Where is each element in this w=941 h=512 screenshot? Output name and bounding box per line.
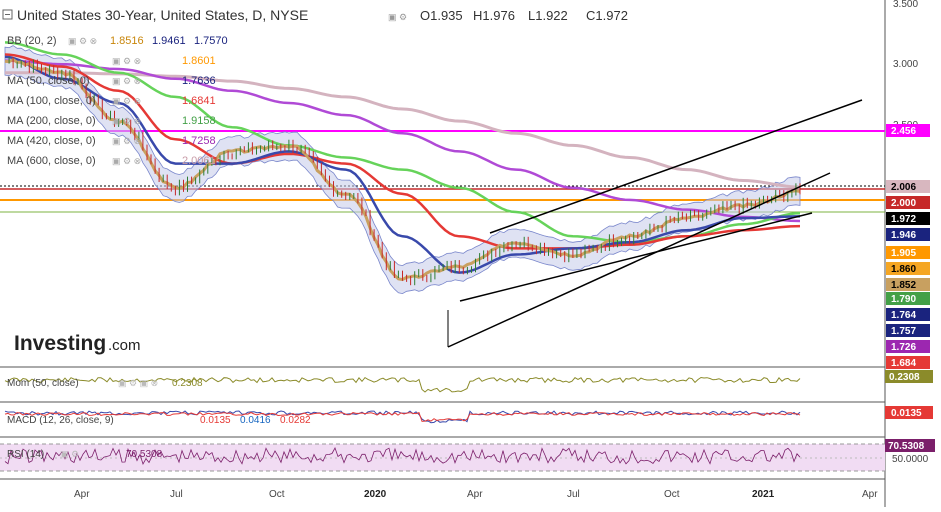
mom-value: 0.2308: [172, 378, 203, 389]
indicator-value: 2.0061: [182, 155, 216, 167]
ohlc-high: H1.976: [473, 8, 515, 23]
ohlc-open: O1.935: [420, 8, 463, 23]
price-label: 1.790: [891, 294, 916, 305]
x-tick: Apr: [74, 489, 90, 500]
indicator-value: 1.6841: [182, 95, 216, 107]
x-tick: 2020: [364, 489, 387, 500]
indicator-value: 1.9158: [182, 115, 216, 127]
mom-settings-icons[interactable]: ▣ ⚙ ▣ ⊗: [118, 378, 158, 388]
x-tick: Jul: [170, 489, 183, 500]
indicator-value: 1.8601: [182, 55, 216, 67]
macd-hist-value: 0.0282: [280, 415, 311, 426]
price-label: 1.972: [891, 214, 916, 225]
price-label: 1.860: [891, 264, 916, 275]
price-label: 1.905: [891, 248, 916, 259]
mom-label: Mom (50, close): [7, 378, 79, 389]
x-tick: Oct: [269, 489, 285, 500]
price-label: 2.000: [891, 198, 916, 209]
price-tick: 3.000: [893, 59, 918, 70]
rsi-value: 70.5308: [126, 449, 163, 460]
indicator-label[interactable]: MA (420, close, 0): [7, 135, 96, 147]
x-tick: 2021: [752, 489, 775, 500]
price-label: 1.726: [891, 342, 916, 353]
indicator-label[interactable]: MA (50, close, 0): [7, 75, 90, 87]
macd-badge: 0.0135: [891, 408, 922, 419]
chart-title: United States 30-Year, United States, D,…: [17, 7, 308, 23]
rsi-label: RSI (14): [7, 449, 44, 460]
price-tick: 3.500: [893, 0, 918, 10]
chart-window: United States 30-Year, United States, D,…: [0, 0, 941, 507]
price-label: 1.852: [891, 280, 916, 291]
macd-signal-value: 0.0416: [240, 415, 271, 426]
logo-suffix: .com: [108, 337, 141, 354]
price-label: 1.684: [891, 358, 916, 369]
ohlc-close: C1.972: [586, 8, 628, 23]
indicator-label[interactable]: BB (20, 2): [7, 35, 57, 47]
price-label: 1.946: [891, 230, 916, 241]
indicator-label[interactable]: MA (200, close, 0): [7, 115, 96, 127]
macd-value: 0.0135: [200, 415, 231, 426]
rsi-badge: 70.5308: [888, 441, 925, 452]
ohlc-low: L1.922: [528, 8, 568, 23]
indicator-label[interactable]: MA (600, close, 0): [7, 155, 96, 167]
price-label: 1.764: [891, 310, 916, 321]
indicator-value: 1.8516: [110, 35, 144, 47]
indicator-value: 1.9461: [152, 35, 186, 47]
settings-icons[interactable]: ▣ ⚙: [388, 12, 407, 22]
indicator-settings-icons[interactable]: ▣ ⚙ ⊗: [112, 96, 141, 106]
mom-badge: 0.2308: [889, 372, 920, 383]
logo-main: Investing: [14, 332, 106, 355]
rsi-settings-icons[interactable]: ▣ ⚙: [60, 449, 79, 459]
indicator-value: 1.7258: [182, 135, 216, 147]
indicator-label[interactable]: MA (100, close, 0): [7, 95, 96, 107]
indicator-settings-icons[interactable]: ▣ ⚙ ⊗: [112, 156, 141, 166]
price-label: 2.006: [891, 182, 916, 193]
price-label: 1.757: [891, 326, 916, 337]
indicator-value: 1.7636: [182, 75, 216, 87]
indicator-settings-icons[interactable]: ▣ ⚙ ⊗: [112, 136, 141, 146]
x-tick: Oct: [664, 489, 680, 500]
rsi-level-label: 50.0000: [892, 454, 929, 465]
chart-svg: United States 30-Year, United States, D,…: [0, 0, 941, 507]
x-tick: Apr: [862, 489, 878, 500]
indicator-settings-icons[interactable]: ▣ ⚙ ⊗: [112, 116, 141, 126]
price-label: 2.456: [891, 126, 916, 137]
indicator-settings-icons[interactable]: ▣ ⚙ ⊗: [68, 36, 97, 46]
macd-label: MACD (12, 26, close, 9): [7, 415, 114, 426]
x-tick: Apr: [467, 489, 483, 500]
x-tick: Jul: [567, 489, 580, 500]
indicator-value: 1.7570: [194, 35, 228, 47]
indicator-settings-icons[interactable]: ▣ ⚙ ⊗: [112, 56, 141, 66]
indicator-settings-icons[interactable]: ▣ ⚙ ⊗: [112, 76, 141, 86]
